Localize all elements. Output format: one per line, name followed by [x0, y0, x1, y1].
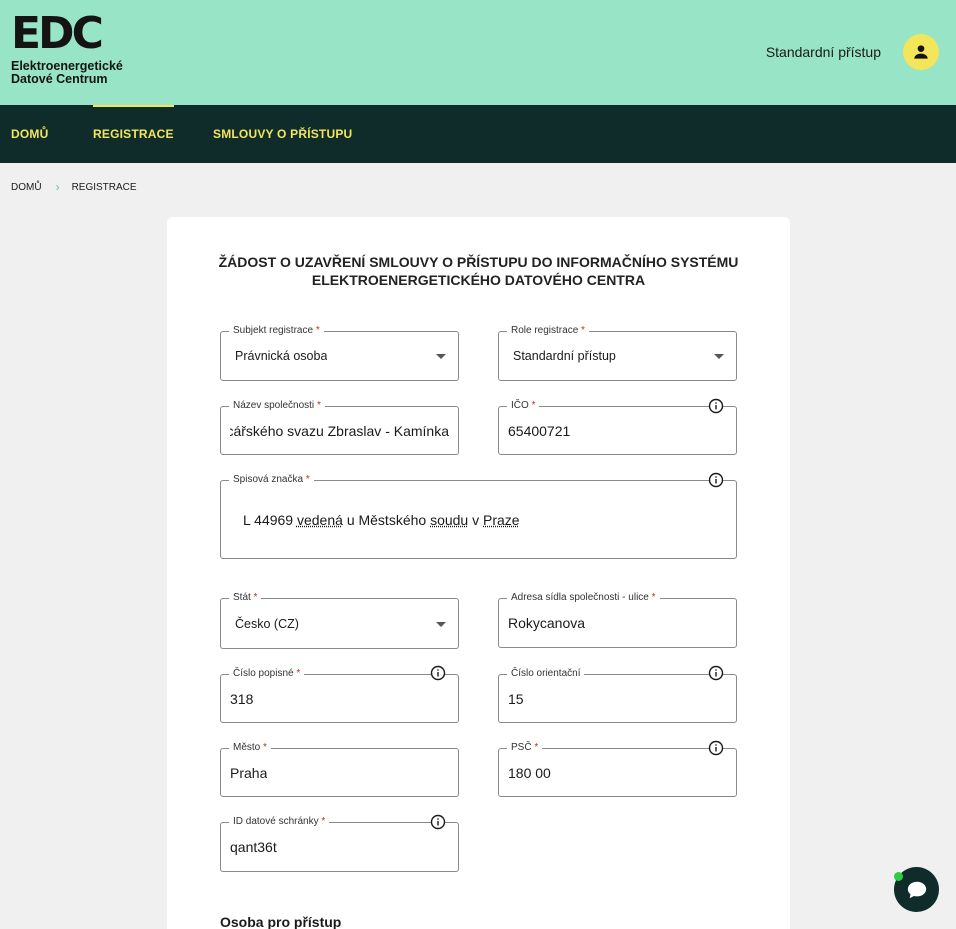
- person-icon: [914, 45, 928, 59]
- edc-logo[interactable]: EDC Elektroenergetické Datové Centrum: [11, 12, 131, 88]
- file-mark-textarea[interactable]: Spisová značka * L 44969 vedená u Městsk…: [220, 473, 737, 559]
- dropdown-caret-icon: [436, 354, 446, 359]
- user-role-label[interactable]: Standardní přístup: [766, 44, 881, 60]
- orientation-number-input[interactable]: Číslo orientační 15: [498, 667, 737, 723]
- subject-select[interactable]: Subjekt registrace * Právnická osoba: [220, 324, 459, 381]
- zip-value: 180 00: [508, 764, 551, 781]
- user-avatar-button[interactable]: [903, 34, 939, 70]
- city-input[interactable]: Město * Praha: [220, 741, 459, 797]
- main-nav: DOMŮ REGISTRACE SMLOUVY O PŘÍSTUPU: [0, 105, 956, 163]
- logo-mark: EDC: [11, 8, 104, 59]
- info-icon[interactable]: [708, 472, 724, 488]
- company-name-input[interactable]: Název společnosti * cářského svazu Zbras…: [220, 399, 459, 455]
- breadcrumb: DOMŮ › REGISTRACE: [11, 180, 137, 194]
- form-title: ŽÁDOST O UZAVŘENÍ SMLOUVY O PŘÍSTUPU DO …: [218, 254, 739, 288]
- house-number-value: 318: [230, 690, 254, 707]
- logo-line-2: Datové Centrum: [11, 72, 108, 86]
- street-value: Rokycanova: [508, 615, 586, 631]
- role-value: Standardní přístup: [513, 349, 616, 363]
- file-mark-value: L 44969 vedená u Městského soudu v Praze: [243, 511, 520, 528]
- databox-id-value: qant36t: [230, 839, 277, 855]
- breadcrumb-current: REGISTRACE: [71, 181, 137, 193]
- country-value: Česko (CZ): [235, 616, 299, 631]
- chevron-right-icon: ›: [55, 180, 60, 194]
- street-input[interactable]: Adresa sídla společnosti - ulice * Rokyc…: [498, 591, 737, 648]
- info-icon[interactable]: [708, 665, 724, 681]
- role-select[interactable]: Role registrace * Standardní přístup: [498, 324, 737, 381]
- info-icon[interactable]: [708, 740, 724, 756]
- ico-value: 65400721: [508, 422, 571, 439]
- access-person-section-title: Osoba pro přístup: [220, 914, 342, 929]
- app-header: EDC Elektroenergetické Datové Centrum St…: [0, 0, 956, 105]
- breadcrumb-home[interactable]: DOMŮ: [11, 182, 42, 193]
- nav-item-home[interactable]: DOMŮ: [11, 105, 48, 163]
- zip-input[interactable]: PSČ * 180 00: [498, 741, 737, 797]
- nav-item-registration[interactable]: REGISTRACE: [93, 105, 174, 163]
- country-select[interactable]: Stát * Česko (CZ): [220, 591, 459, 649]
- registration-form-card: ŽÁDOST O UZAVŘENÍ SMLOUVY O PŘÍSTUPU DO …: [167, 217, 790, 929]
- info-icon[interactable]: [430, 665, 446, 681]
- dropdown-caret-icon: [436, 621, 446, 627]
- nav-item-contracts[interactable]: SMLOUVY O PŘÍSTUPU: [213, 105, 352, 163]
- info-icon[interactable]: [430, 814, 446, 830]
- city-value: Praha: [230, 764, 268, 781]
- subject-value: Právnická osoba: [235, 349, 328, 363]
- info-icon[interactable]: [708, 398, 724, 414]
- company-name-value: cářského svazu Zbraslav - Kamínka: [230, 422, 449, 439]
- orientation-number-value: 15: [508, 690, 524, 707]
- dropdown-caret-icon: [714, 354, 724, 359]
- house-number-input[interactable]: Číslo popisné * 318: [220, 667, 459, 723]
- ico-input[interactable]: IČO * 65400721: [498, 399, 737, 455]
- chat-online-indicator: [894, 872, 903, 881]
- databox-id-input[interactable]: ID datové schránky * qant36t: [220, 815, 459, 872]
- chat-bubble-icon: [907, 881, 926, 898]
